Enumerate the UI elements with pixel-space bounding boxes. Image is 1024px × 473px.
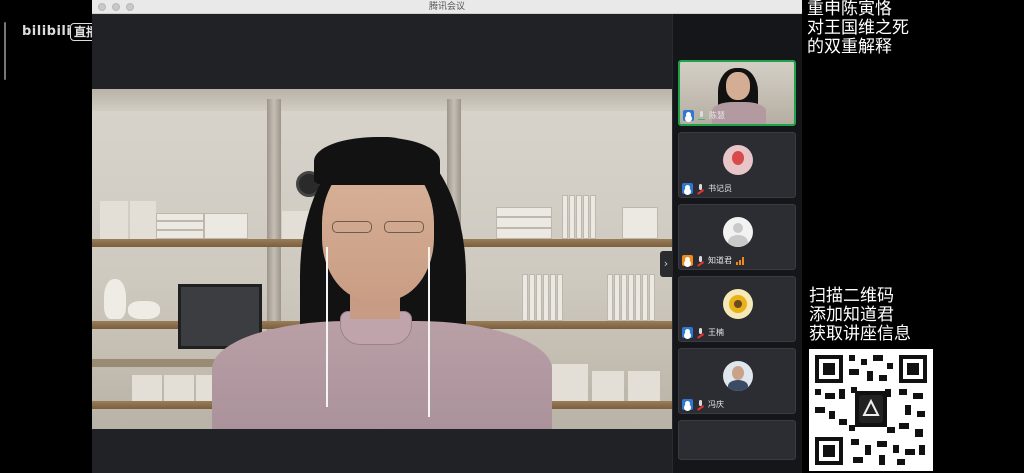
mic-muted-icon bbox=[697, 399, 704, 410]
participant-tile[interactable]: 陈慧 bbox=[678, 60, 796, 126]
lecture-topic: 重申陈寅恪 对王国维之死 的双重解释 bbox=[807, 0, 1022, 57]
qr-code bbox=[809, 349, 933, 471]
participant-footer: 书记员 bbox=[682, 182, 732, 195]
participant-footer: 陈慧 bbox=[683, 109, 725, 122]
bilibili-logo: bilibili bbox=[22, 24, 72, 39]
title-bar: 腾讯会议 bbox=[92, 0, 802, 14]
participant-tile[interactable]: 书记员 bbox=[678, 132, 796, 198]
participant-tile[interactable]: 冯庆 bbox=[678, 348, 796, 414]
qr-caption-line: 添加知道君 bbox=[809, 305, 894, 325]
mic-muted-icon bbox=[697, 255, 704, 266]
participant-name: 知道君 bbox=[708, 256, 732, 265]
topic-line: 的双重解释 bbox=[807, 37, 892, 57]
window-title: 腾讯会议 bbox=[428, 2, 465, 12]
qr-caption-line: 获取讲座信息 bbox=[809, 324, 911, 344]
qr-caption-line: 扫描二维码 bbox=[809, 286, 894, 306]
collapse-panel-button[interactable]: › bbox=[660, 251, 672, 277]
participant-tile[interactable] bbox=[678, 420, 796, 460]
avatar bbox=[723, 289, 753, 319]
watermark-divider bbox=[4, 22, 6, 80]
avatar bbox=[723, 217, 753, 247]
topic-line: 对王国维之死 bbox=[807, 18, 909, 38]
qr-caption: 扫描二维码 添加知道君 获取讲座信息 bbox=[809, 287, 1022, 344]
mic-muted-icon bbox=[697, 327, 704, 338]
participant-name: 冯庆 bbox=[708, 400, 724, 409]
mic-on-icon bbox=[698, 110, 705, 121]
main-stage: › bbox=[92, 14, 672, 473]
participant-footer: 冯庆 bbox=[682, 398, 724, 411]
avatar bbox=[723, 145, 753, 175]
meeting-window: 腾讯会议 › 陈慧 书记员 知道君 王楠 冯庆 bbox=[92, 0, 802, 473]
participant-name: 陈慧 bbox=[709, 111, 725, 120]
mic-muted-icon bbox=[697, 183, 704, 194]
participant-footer: 王楠 bbox=[682, 326, 724, 339]
signal-strength-icon bbox=[736, 256, 744, 265]
user-icon bbox=[682, 255, 693, 266]
topic-line: 重申陈寅恪 bbox=[807, 0, 892, 19]
participant-tile[interactable]: 王楠 bbox=[678, 276, 796, 342]
user-icon bbox=[683, 110, 694, 121]
avatar bbox=[723, 361, 753, 391]
participant-panel: 陈慧 书记员 知道君 王楠 冯庆 bbox=[672, 14, 802, 473]
participant-tile[interactable]: 知道君 bbox=[678, 204, 796, 270]
user-icon bbox=[682, 183, 693, 194]
speaker-video bbox=[92, 89, 672, 429]
user-icon bbox=[682, 399, 693, 410]
user-icon bbox=[682, 327, 693, 338]
participant-name: 王楠 bbox=[708, 328, 724, 337]
participant-footer: 知道君 bbox=[682, 254, 744, 267]
participant-name: 书记员 bbox=[708, 184, 732, 193]
